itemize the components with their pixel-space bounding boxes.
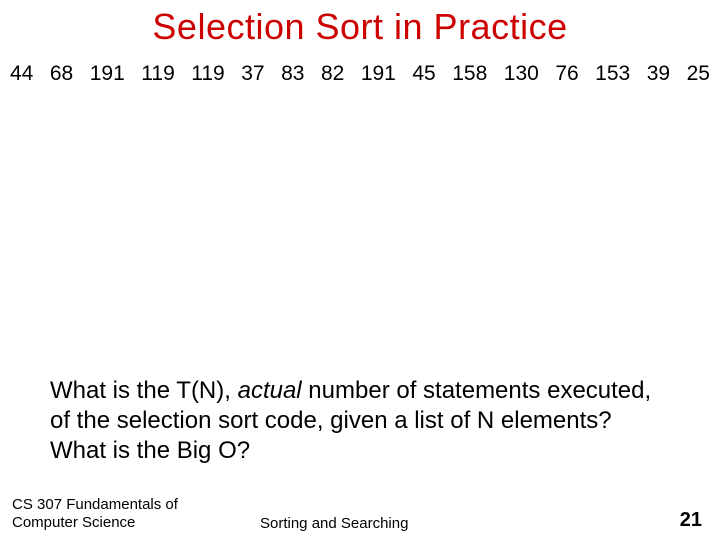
num: 119	[141, 62, 174, 86]
number-array: 44 68 191 119 119 37 83 82 191 45 158 13…	[0, 48, 720, 86]
slide-title: Selection Sort in Practice	[0, 0, 720, 48]
num: 76	[555, 62, 578, 86]
question-text: What is the T(N), actual number of state…	[50, 376, 670, 466]
num: 37	[241, 62, 264, 86]
num: 119	[191, 62, 224, 86]
num: 44	[10, 62, 33, 86]
q-part-a: What is the T(N),	[50, 377, 238, 404]
num: 191	[361, 62, 396, 86]
num: 83	[281, 62, 304, 86]
num: 82	[321, 62, 344, 86]
num: 45	[412, 62, 435, 86]
page-number: 21	[660, 509, 720, 532]
num: 130	[504, 62, 539, 86]
footer-center: Sorting and Searching	[200, 515, 660, 532]
num: 25	[687, 62, 710, 86]
q-part-italic: actual	[238, 377, 302, 404]
num: 191	[90, 62, 125, 86]
num: 153	[595, 62, 630, 86]
num: 39	[647, 62, 670, 86]
slide-footer: CS 307 Fundamentals of Computer Science …	[0, 496, 720, 532]
num: 158	[452, 62, 487, 86]
course-line1: CS 307 Fundamentals of	[12, 496, 200, 514]
course-line2: Computer Science	[12, 514, 200, 532]
num: 68	[50, 62, 73, 86]
footer-left: CS 307 Fundamentals of Computer Science	[0, 496, 200, 532]
